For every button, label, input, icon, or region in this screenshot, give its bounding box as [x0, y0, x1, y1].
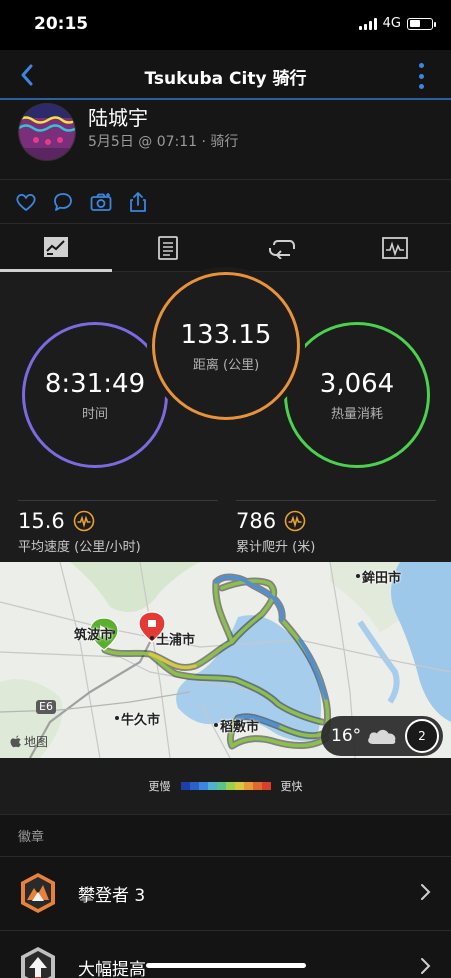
more-vertical-icon[interactable] [417, 63, 425, 89]
badge-row[interactable]: 大幅提高 [0, 930, 451, 978]
legend-swatch-5 [225, 782, 235, 790]
legend-swatch-2 [198, 782, 208, 790]
share-icon[interactable] [126, 190, 150, 214]
time-label: 时间 [81, 406, 108, 422]
map-place-hokota: 鉾田市 [362, 571, 402, 586]
laps-icon [269, 240, 295, 259]
heart-icon[interactable] [14, 190, 38, 214]
signal-icon [358, 17, 377, 30]
calories-value: 3,064 [319, 368, 395, 399]
activity-meta: 5月5日 @ 07:11 · 骑行 [88, 134, 239, 150]
legend-swatch-0 [180, 782, 190, 790]
legend-swatch-8 [252, 782, 262, 790]
camera-icon[interactable] [89, 190, 113, 214]
details-list-icon [158, 236, 178, 260]
legend-fast-label: 更快 [280, 780, 303, 793]
tab-details[interactable] [112, 224, 224, 272]
user-name[interactable]: 陆城宇 [88, 102, 148, 131]
graph-icon [382, 237, 408, 259]
status-bar: 20:15 4G [0, 0, 451, 50]
distance-ring: 133.15 距离 (公里) [152, 272, 300, 420]
badge-row[interactable]: 攀登者 3 [0, 856, 451, 930]
social-actions [0, 180, 451, 224]
legend-swatch-3 [207, 782, 217, 790]
avg-speed-value: 15.6 [18, 509, 65, 533]
time-value: 8:31:49 [44, 368, 146, 399]
network-type: 4G [382, 16, 401, 31]
chevron-right-icon [421, 884, 431, 900]
activity-summary: 8:31:49 时间 3,064 热量消耗 133.15 距离 (公里) 15.… [0, 272, 451, 562]
battery-level [409, 20, 420, 27]
distance-label: 距离 (公里) [192, 357, 260, 373]
status-indicators: 4G [358, 16, 436, 31]
legend-swatch-9 [261, 782, 271, 790]
weather-widget[interactable]: 16° 2 [321, 716, 443, 756]
map-attribution-text: 地图 [24, 735, 49, 749]
legend-slow-label: 更慢 [148, 780, 171, 793]
wind-value: 2 [418, 729, 426, 743]
home-indicator[interactable] [146, 963, 306, 968]
elevation-gain-value: 786 [236, 509, 277, 533]
weather-temperature: 16° [331, 726, 362, 746]
apple-icon [10, 735, 21, 748]
activity-wave-icon [73, 510, 95, 532]
legend-swatch-7 [243, 782, 253, 790]
avatar[interactable] [18, 103, 76, 161]
map-place-tsuchiura: 土浦市 [156, 633, 196, 648]
badge-label: 大幅提高 [78, 960, 146, 978]
map-place-inashiki: 稻敷市 [220, 720, 260, 735]
legend-swatch-6 [234, 782, 244, 790]
activity-wave-icon [284, 510, 306, 532]
map-attribution[interactable]: 地图 [10, 733, 48, 750]
tab-graph[interactable] [339, 224, 451, 272]
distance-value: 133.15 [180, 319, 272, 350]
climber-badge-icon [21, 873, 55, 913]
elevation-gain-stat: 786 累计爬升 (米) [236, 500, 436, 555]
stats-chart-icon [44, 236, 68, 257]
improvement-badge-icon [21, 947, 55, 978]
legend-swatch-1 [189, 782, 199, 790]
cloud-icon [368, 729, 396, 744]
legend-swatch-4 [216, 782, 226, 790]
nav-bar: Tsukuba City 骑行 [0, 50, 451, 100]
tab-stats[interactable] [0, 224, 112, 272]
badges-section: 徽章 攀登者 3 大幅提高 [0, 814, 451, 978]
calories-ring: 3,064 热量消耗 [284, 322, 430, 468]
page-title: Tsukuba City 骑行 [144, 69, 307, 89]
tab-laps[interactable] [226, 224, 338, 272]
status-time: 20:15 [34, 14, 89, 34]
speed-legend: 更慢 更快 [0, 758, 451, 814]
map-place-ushiku: 牛久市 [121, 713, 161, 728]
activity-tabs [0, 224, 451, 272]
wind-badge: 2 [405, 719, 439, 753]
badge-label: 攀登者 3 [78, 886, 146, 906]
avg-speed-label: 平均速度 (公里/小时) [18, 540, 141, 555]
time-ring: 8:31:49 时间 [22, 322, 168, 468]
chevron-right-icon [421, 958, 431, 974]
highway-shield: E6 [39, 700, 53, 713]
activity-header: 陆城宇 5月5日 @ 07:11 · 骑行 [0, 100, 451, 180]
avg-speed-stat: 15.6 平均速度 (公里/小时) [18, 500, 218, 555]
legend-color-bar [180, 782, 271, 790]
route-map[interactable]: 鉾田市 筑波市 土浦市 牛久市 稻敷市 E6 地图 16° 2 [0, 562, 451, 758]
elevation-gain-label: 累计爬升 (米) [236, 540, 316, 555]
calories-label: 热量消耗 [330, 406, 383, 422]
chevron-left-icon[interactable] [16, 62, 44, 88]
badges-title: 徽章 [18, 830, 45, 845]
comment-icon[interactable] [51, 190, 75, 214]
battery-icon [407, 17, 436, 30]
map-place-tsukuba: 筑波市 [74, 628, 114, 643]
